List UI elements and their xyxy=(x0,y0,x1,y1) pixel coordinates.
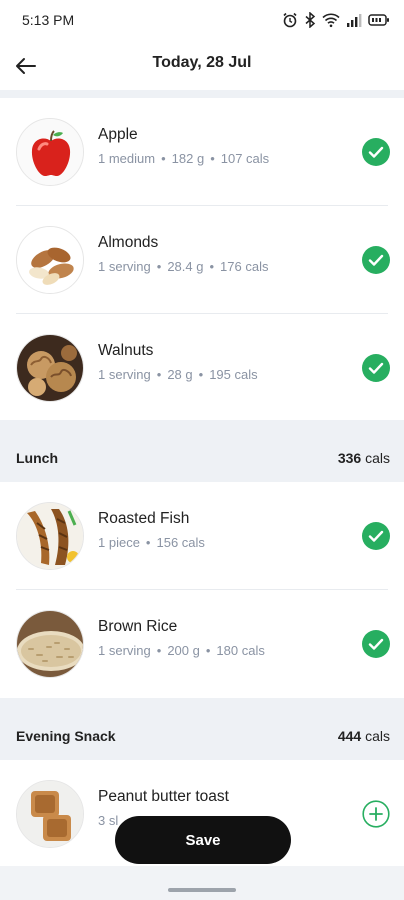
food-image-brown-rice xyxy=(16,610,84,678)
home-indicator[interactable] xyxy=(168,888,236,892)
food-portion: 1 piece xyxy=(98,535,140,550)
checkmark-icon[interactable] xyxy=(362,522,390,550)
food-portion: 1 serving xyxy=(98,367,151,382)
checkmark-icon[interactable] xyxy=(362,138,390,166)
meta-separator: • xyxy=(156,643,162,658)
meta-separator: • xyxy=(161,151,166,166)
food-calories: 195 cals xyxy=(209,367,258,382)
food-calories: 107 cals xyxy=(220,151,270,166)
battery-icon xyxy=(368,12,390,28)
section-calories-unit: cals xyxy=(365,450,390,466)
food-image-roasted-fish xyxy=(16,502,84,570)
checkmark-icon[interactable] xyxy=(362,246,390,274)
bluetooth-icon xyxy=(304,12,316,28)
meta-separator: • xyxy=(210,151,215,166)
food-weight: 200 g xyxy=(167,643,200,658)
food-meta: 1 serving • 28.4 g • 176 cals xyxy=(98,259,268,274)
food-name: Brown Rice xyxy=(98,618,178,635)
food-portion: 1 medium xyxy=(98,151,156,166)
food-image-almonds xyxy=(16,226,84,294)
meta-separator: • xyxy=(209,259,215,274)
food-weight: 28 g xyxy=(167,367,193,382)
food-weight: 182 g xyxy=(171,151,205,166)
alarm-icon xyxy=(282,12,298,28)
section-title: Lunch xyxy=(16,450,58,466)
food-name: Peanut butter toast xyxy=(98,788,229,805)
section-calories: 444 cals xyxy=(338,728,390,744)
section-calories-value: 444 xyxy=(337,728,362,744)
status-icons xyxy=(282,10,390,30)
checkmark-icon[interactable] xyxy=(362,354,390,382)
meta-separator: • xyxy=(156,367,162,382)
food-name: Almonds xyxy=(98,234,159,251)
section-calories-value: 336 xyxy=(337,450,362,466)
save-button[interactable]: Save xyxy=(115,816,291,864)
food-meta: 1 medium • 182 g • 107 cals xyxy=(98,151,269,166)
food-meta: 1 piece • 156 cals xyxy=(98,535,205,550)
food-portion: 1 serving xyxy=(98,259,151,274)
wifi-icon xyxy=(322,12,340,28)
section-divider xyxy=(0,90,404,98)
food-name: Roasted Fish xyxy=(98,510,190,527)
bottom-section-bar xyxy=(0,866,404,900)
section-calories-unit: cals xyxy=(365,728,390,744)
section-calories: 336 cals xyxy=(338,450,390,466)
food-item-roasted-fish[interactable]: Roasted Fish 1 piece • 156 cals xyxy=(0,482,404,590)
food-calories: 176 cals xyxy=(220,259,269,274)
food-meta: 1 serving • 28 g • 195 cals xyxy=(98,367,258,382)
page-title: Today, 28 Jul xyxy=(152,54,252,71)
add-circle-icon[interactable] xyxy=(362,800,390,828)
food-meta: 3 sl xyxy=(98,813,118,828)
food-calories: 180 cals xyxy=(216,643,265,658)
meta-separator: • xyxy=(198,367,204,382)
food-name: Apple xyxy=(98,126,138,143)
checkmark-icon[interactable] xyxy=(362,630,390,658)
status-bar: 5:13 PM xyxy=(0,0,404,40)
food-image-peanut-butter-toast xyxy=(16,780,84,848)
section-header-lunch: Lunch 336 cals xyxy=(0,420,404,482)
section-header-evening-snack: Evening Snack 444 cals xyxy=(0,698,404,760)
food-calories: 156 cals xyxy=(156,535,205,550)
food-item-walnuts[interactable]: Walnuts 1 serving • 28 g • 195 cals xyxy=(0,314,404,422)
food-image-walnuts xyxy=(16,334,84,402)
food-item-apple[interactable]: Apple 1 medium • 182 g • 107 cals xyxy=(0,98,404,206)
food-name: Walnuts xyxy=(98,342,154,359)
food-portion: 3 sl xyxy=(98,813,119,828)
food-portion: 1 serving xyxy=(98,643,151,658)
food-image-apple xyxy=(16,118,84,186)
meta-separator: • xyxy=(145,535,151,550)
food-weight: 28.4 g xyxy=(167,259,204,274)
food-item-brown-rice[interactable]: Brown Rice 1 serving • 200 g • 180 cals xyxy=(0,590,404,698)
meta-separator: • xyxy=(205,643,211,658)
food-meta: 1 serving • 200 g • 180 cals xyxy=(98,643,265,658)
signal-icon xyxy=(346,12,362,28)
food-item-almonds[interactable]: Almonds 1 serving • 28.4 g • 176 cals xyxy=(0,206,404,314)
app-header: Today, 28 Jul xyxy=(0,40,404,90)
section-title: Evening Snack xyxy=(16,728,116,744)
status-time: 5:13 PM xyxy=(22,12,75,28)
meta-separator: • xyxy=(156,259,162,274)
